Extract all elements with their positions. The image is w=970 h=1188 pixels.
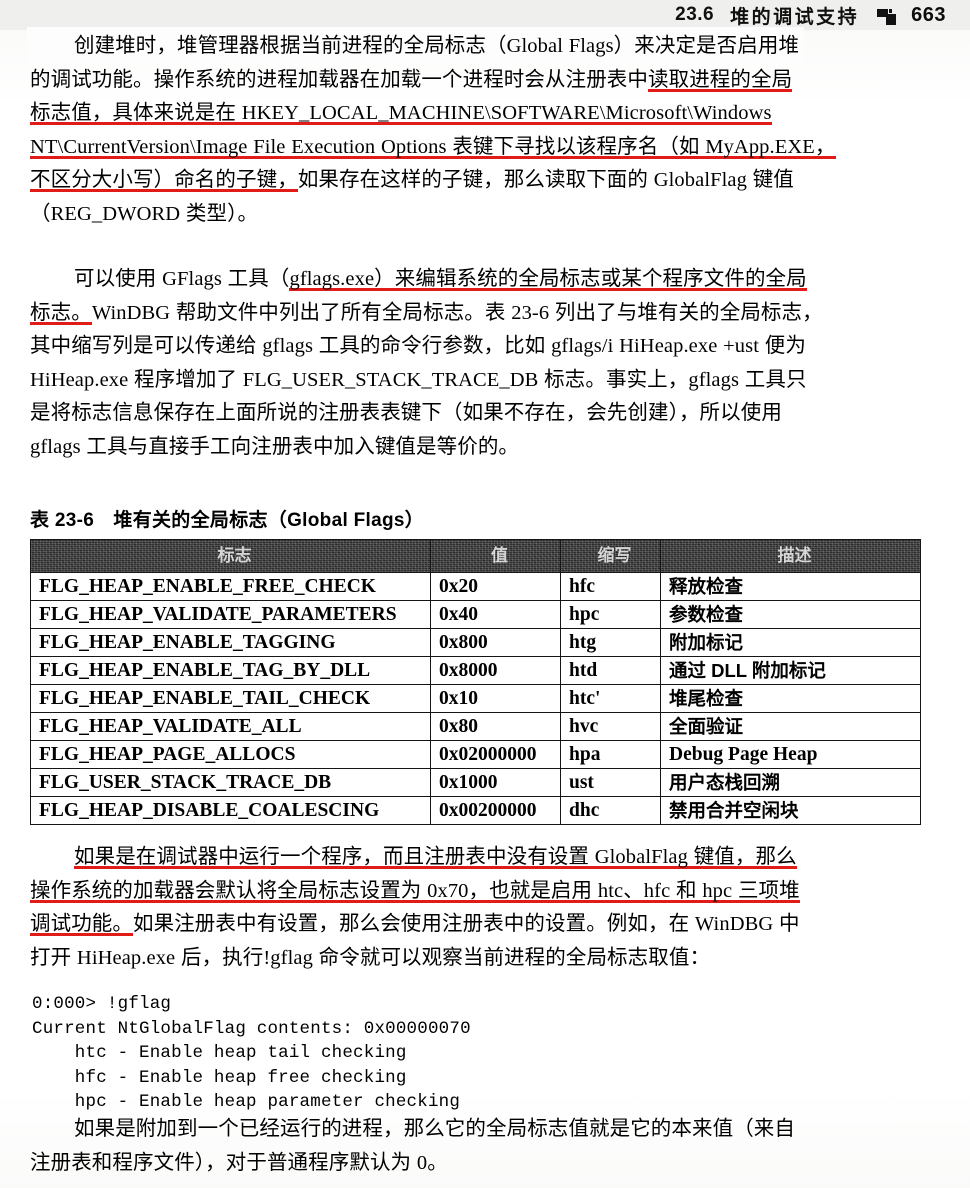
cell-flag: FLG_HEAP_ENABLE_FREE_CHECK [30, 572, 431, 601]
p1-line1: 创建堆时，堆管理器根据当前进程的全局标志（Global Flags）来决定是否启… [30, 30, 802, 64]
cell-value: 0x20 [430, 572, 561, 601]
cell-flag: FLG_HEAP_ENABLE_TAG_BY_DLL [30, 656, 431, 685]
column-header-desc: 描述 [660, 539, 921, 573]
cell-flag: FLG_USER_STACK_TRACE_DB [30, 768, 431, 797]
cell-abbrev: htg [560, 628, 661, 657]
p1-line2-plain: 的调试功能。操作系统的进程加载器在加载一个进程时会从注册表中 [30, 68, 648, 91]
code-block-wrapper: 0:000> !gflag Current NtGlobalFlag conte… [32, 992, 940, 1115]
p3-line3-plain: 如果注册表中有设置，那么会使用注册表中的设置。例如，在 WinDBG 中 [133, 913, 800, 935]
cell-abbrev: hvc [560, 712, 661, 741]
cell-desc: 参数检查 [660, 600, 921, 629]
cell-desc: 通过 DLL 附加标记 [660, 656, 921, 685]
column-header-flag: 标志 [30, 539, 431, 573]
p2-line2-underlined: 标志。 [30, 301, 92, 324]
cell-abbrev: dhc [560, 796, 661, 825]
cell-abbrev: hfc [560, 572, 661, 601]
cell-value: 0x40 [430, 600, 561, 629]
p2-line1-plain: 可以使用 GFlags 工具（ [74, 268, 290, 290]
table-body: FLG_HEAP_ENABLE_FREE_CHECK 0x20 hfc 释放检查… [30, 572, 921, 825]
cell-flag: FLG_HEAP_VALIDATE_PARAMETERS [30, 600, 431, 629]
paragraph-1-block: 创建堆时，堆管理器根据当前进程的全局标志（Global Flags）来决定是否启… [30, 30, 940, 231]
p1-line5-underlined: 不区分大小写）命名的子键， [30, 169, 298, 191]
cell-desc: 用户态栈回溯 [660, 768, 921, 797]
page-content: 23.6 堆的调试支持 663 创建堆时，堆管理器根据当前进程的全局标志（Glo… [0, 0, 970, 1188]
cell-abbrev: ust [560, 768, 661, 797]
cell-flag: FLG_HEAP_ENABLE_TAGGING [30, 628, 431, 657]
global-flags-table: 标志 值 缩写 描述 FLG_HEAP_ENABLE_FREE_CHECK 0x… [30, 539, 921, 825]
cell-flag: FLG_HEAP_PAGE_ALLOCS [30, 740, 431, 769]
paragraph-3: 如果是在调试器中运行一个程序，而且注册表中没有设置 GlobalFlag 键值，… [30, 841, 940, 975]
column-header-value: 值 [430, 539, 561, 573]
p1-line6: （REG_DWORD 类型）。 [30, 202, 259, 225]
p1-line5-plain: 如果存在这样的子键，那么读取下面的 GlobalFlag 键值 [297, 169, 794, 191]
cell-value: 0x800 [430, 628, 561, 657]
column-header-abbrev: 缩写 [560, 539, 661, 573]
cell-value: 0x8000 [430, 656, 561, 685]
cell-desc: 禁用合并空闲块 [660, 796, 921, 825]
cell-value: 0x02000000 [430, 740, 561, 769]
p3-line3-underlined: 调试功能。 [30, 913, 133, 935]
p3-line4: 打开 HiHeap.exe 后，执行!gflag 命令就可以观察当前进程的全局标… [30, 946, 711, 969]
cell-value: 0x10 [430, 684, 561, 713]
paragraph-1: 创建堆时，堆管理器根据当前进程的全局标志（Global Flags）来决定是否启… [30, 30, 940, 231]
cell-desc: 全面验证 [660, 712, 921, 741]
paragraph-4-block: 如果是附加到一个已经运行的进程，那么它的全局标志值就是它的本来值（来自 注册表和… [30, 1113, 940, 1180]
paragraph-4: 如果是附加到一个已经运行的进程，那么它的全局标志值就是它的本来值（来自 注册表和… [30, 1113, 940, 1180]
cell-desc: Debug Page Heap [660, 740, 921, 769]
table-head: 标志 值 缩写 描述 [30, 539, 921, 573]
p2-line2-plain: WinDBG 帮助文件中列出了所有全局标志。表 23-6 列出了与堆有关的全局标… [91, 301, 823, 324]
p2-line4: HiHeap.exe 程序增加了 FLG_USER_STACK_TRACE_DB… [30, 368, 807, 391]
table-header-row: 标志 值 缩写 描述 [30, 539, 921, 573]
table-row: FLG_HEAP_PAGE_ALLOCS 0x02000000 hpa Debu… [30, 740, 921, 769]
table-row: FLG_HEAP_ENABLE_TAGGING 0x800 htg 附加标记 [30, 628, 921, 657]
p2-line6: gflags 工具与直接手工向注册表中加入键值是等价的。 [30, 435, 520, 458]
p3-line2-underlined: 操作系统的加载器会默认将全局标志设置为 0x70，也就是启用 htc、hfc 和… [30, 879, 800, 902]
cell-desc: 堆尾检查 [660, 684, 921, 713]
p2-line5: 是将标志信息保存在上面所说的注册表表键下（如果不存在，会先创建），所以使用 [30, 402, 782, 424]
table-row: FLG_HEAP_ENABLE_FREE_CHECK 0x20 hfc 释放检查 [30, 572, 921, 601]
table-block: 表 23-6 堆有关的全局标志（Global Flags） 标志 值 缩写 描述… [30, 505, 940, 825]
p1-line3-underlined: 标志值，具体来说是在 HKEY_LOCAL_MACHINE\SOFTWARE\M… [30, 102, 772, 124]
cell-abbrev: hpc [560, 600, 661, 629]
cell-value: 0x00200000 [430, 796, 561, 825]
table-row: FLG_HEAP_ENABLE_TAG_BY_DLL 0x8000 htd 通过… [30, 656, 921, 685]
p3-line1-underlined: 如果是在调试器中运行一个程序，而且注册表中没有设置 GlobalFlag 键值，… [74, 846, 797, 868]
windbg-output: 0:000> !gflag Current NtGlobalFlag conte… [32, 994, 471, 1112]
cell-flag: FLG_HEAP_ENABLE_TAIL_CHECK [30, 684, 431, 713]
p4-line1: 如果是附加到一个已经运行的进程，那么它的全局标志值就是它的本来值（来自 [74, 1118, 795, 1140]
cell-flag: FLG_HEAP_DISABLE_COALESCING [30, 796, 431, 825]
p1-line4-underlined: NT\CurrentVersion\Image File Execution O… [30, 135, 836, 158]
p2-line3: 其中缩写列是可以传递给 gflags 工具的命令行参数，比如 gflags/i … [30, 335, 806, 357]
paragraph-2: 可以使用 GFlags 工具（gflags.exe）来编辑系统的全局标志或某个程… [30, 263, 940, 464]
paragraph-3-block: 如果是在调试器中运行一个程序，而且注册表中没有设置 GlobalFlag 键值，… [30, 841, 940, 975]
black-block-ornament-icon [877, 8, 897, 26]
table-row: FLG_HEAP_VALIDATE_ALL 0x80 hvc 全面验证 [30, 712, 921, 741]
cell-value: 0x1000 [430, 768, 561, 797]
table-row: FLG_HEAP_DISABLE_COALESCING 0x00200000 d… [30, 796, 921, 825]
p1-line2-underlined: 读取进程的全局 [648, 68, 793, 91]
cell-desc: 附加标记 [660, 628, 921, 657]
cell-desc: 释放检查 [660, 572, 921, 601]
running-head: 23.6 堆的调试支持 663 [0, 0, 970, 30]
table-row: FLG_HEAP_VALIDATE_PARAMETERS 0x40 hpc 参数… [30, 600, 921, 629]
cell-value: 0x80 [430, 712, 561, 741]
section-title: 堆的调试支持 [730, 6, 860, 28]
paragraph-2-block: 可以使用 GFlags 工具（gflags.exe）来编辑系统的全局标志或某个程… [30, 263, 940, 464]
cell-abbrev: hpa [560, 740, 661, 769]
table-caption: 表 23-6 堆有关的全局标志（Global Flags） [30, 510, 425, 531]
cell-abbrev: htc' [560, 684, 661, 713]
p4-line2: 注册表和程序文件），对于普通程序默认为 0。 [30, 1151, 448, 1174]
section-number: 23.6 [675, 4, 715, 25]
page-number: 663 [911, 3, 946, 26]
cell-abbrev: htd [560, 656, 661, 685]
p2-line1-underlined: gflags.exe）来编辑系统的全局标志或某个程序文件的全局 [289, 268, 807, 290]
cell-flag: FLG_HEAP_VALIDATE_ALL [30, 712, 431, 741]
table-row: FLG_USER_STACK_TRACE_DB 0x1000 ust 用户态栈回… [30, 768, 921, 797]
table-row: FLG_HEAP_ENABLE_TAIL_CHECK 0x10 htc' 堆尾检… [30, 684, 921, 713]
